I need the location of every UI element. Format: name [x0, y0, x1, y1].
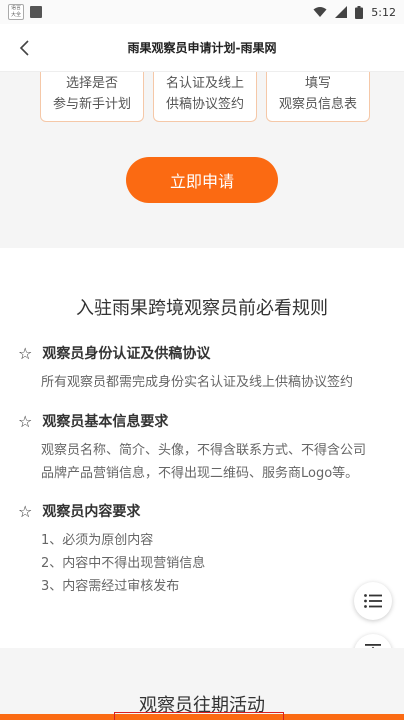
activities-section: 观察员往期活动	[0, 648, 404, 720]
back-button[interactable]	[8, 32, 40, 64]
rule-heading-identity: ☆ 观察员身份认证及供稿协议	[18, 343, 210, 363]
rule-heading-basic-info: ☆ 观察员基本信息要求	[18, 411, 168, 431]
rule-heading-text: 观察员内容要求	[42, 504, 141, 520]
step-card-1: 选择是否 参与新手计划	[40, 72, 144, 122]
step-label: 填写 观察员信息表	[278, 76, 357, 112]
rule-heading-text: 观察员身份认证及供稿协议	[42, 346, 211, 362]
star-icon: ☆	[18, 343, 33, 363]
rule-line: 所有观察员都需完成身份实名认证及线上供稿协议签约	[41, 375, 354, 390]
list-icon	[364, 594, 382, 608]
step-card-2: 名认证及线上 供稿协议签约	[153, 72, 257, 122]
notification-icon	[30, 6, 42, 18]
rules-title: 入驻雨果跨境观察员前必看规则	[76, 298, 328, 319]
nav-bar: 雨果观察员申请计划-雨果网	[0, 24, 404, 72]
status-bar: 语言 大全 5:12	[0, 0, 404, 24]
star-icon: ☆	[18, 501, 33, 521]
rule-body-basic-info: 观察员名称、简介、头像，不得含联系方式、不得含公司 品牌产品营销信息，不得出现二…	[41, 439, 396, 485]
rule-body-identity: 所有观察员都需完成身份实名认证及线上供稿协议签约	[41, 371, 396, 394]
wifi-icon	[313, 7, 327, 17]
menu-button[interactable]	[354, 582, 392, 620]
page-title: 雨果观察员申请计划-雨果网	[127, 41, 277, 55]
signal-icon	[335, 6, 348, 18]
rule-heading-content: ☆ 观察员内容要求	[18, 501, 140, 521]
rules-section: 入驻雨果跨境观察员前必看规则 ☆ 观察员身份认证及供稿协议 所有观察员都需完成身…	[0, 248, 404, 648]
bottom-tab-indicator	[114, 712, 284, 720]
rule-line: 观察员名称、简介、头像，不得含联系方式、不得含公司	[41, 443, 367, 458]
step-label: 选择是否 参与新手计划	[52, 76, 131, 112]
rule-line: 2、内容中不得出现营销信息	[41, 556, 206, 571]
rule-line: 3、内容需经过审核发布	[41, 579, 180, 594]
rule-heading-text: 观察员基本信息要求	[42, 414, 169, 430]
apply-button[interactable]: 立即申请	[126, 157, 278, 203]
rule-body-content: 1、必须为原创内容 2、内容中不得出现营销信息 3、内容需经过审核发布	[41, 529, 396, 598]
battery-icon	[355, 5, 364, 19]
rule-line: 1、必须为原创内容	[41, 533, 154, 548]
step-label: 名认证及线上 供稿协议签约	[165, 76, 244, 112]
rule-line: 品牌产品营销信息，不得出现二维码、服务商Logo等。	[41, 466, 359, 481]
chevron-left-icon	[19, 40, 29, 56]
app-notification-icon: 语言 大全	[8, 4, 24, 20]
star-icon: ☆	[18, 411, 33, 431]
clock-time: 5:12	[371, 5, 396, 19]
apply-steps-section: 选择是否 参与新手计划 名认证及线上 供稿协议签约 填写 观察员信息表 立即申请	[0, 72, 404, 248]
step-card-3: 填写 观察员信息表	[266, 72, 370, 122]
